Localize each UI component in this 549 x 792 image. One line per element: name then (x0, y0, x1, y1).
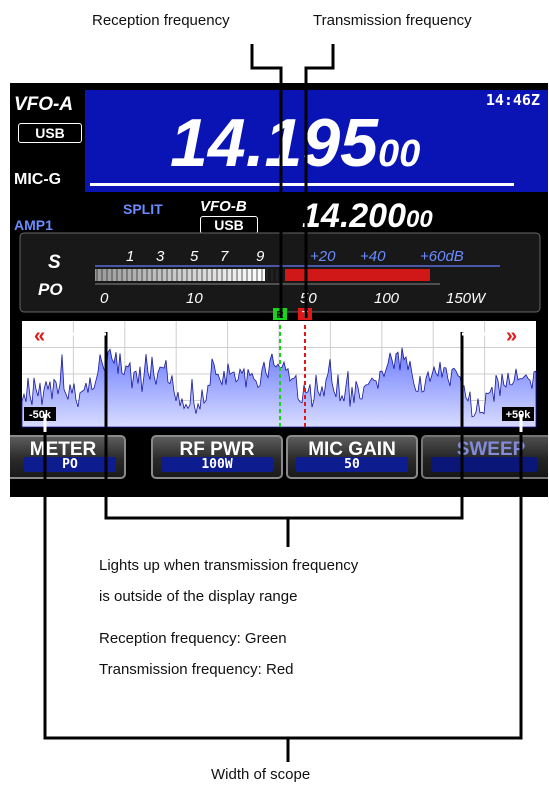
s-tick-label: +40 (360, 248, 386, 265)
right-span-label: +50k (506, 409, 532, 421)
softkey-mic-gain-value: 50 (296, 457, 408, 472)
s-tick-label: 9 (256, 248, 265, 265)
callout-lights-line1: Lights up when transmission frequency (99, 557, 359, 574)
softkey-rf-power[interactable]: RF PWR 100W (151, 435, 283, 479)
callout-scope-width: Width of scope (211, 766, 311, 783)
s-tick-label: +60dB (420, 248, 464, 265)
po-tick-label: 50 (300, 290, 317, 307)
softkey-sweep[interactable]: SWEEP (421, 435, 548, 479)
softkey-meter-value: PO (24, 457, 116, 472)
rx-marker: R (276, 310, 284, 321)
po-tick-label: 10 (186, 290, 203, 307)
po-label: PO (38, 280, 63, 299)
s-meter-overrange (285, 269, 430, 281)
s-meter-bar (95, 269, 265, 281)
softkey-meter[interactable]: METER PO (10, 435, 126, 479)
callout-reception-frequency: Reception frequency (92, 12, 230, 29)
s-tick-label: +20 (310, 248, 336, 265)
left-span-label: -50k (29, 409, 52, 421)
callout-transmission-frequency: Transmission frequency (313, 12, 472, 29)
callout-rx-color: Reception frequency: Green (99, 630, 287, 647)
tx-marker: T (302, 310, 308, 321)
s-tick-label: 7 (220, 248, 229, 265)
s-tick-label: 1 (126, 248, 134, 265)
callout-lights-line2: is outside of the display range (99, 588, 298, 605)
softkey-rf-power-value: 100W (161, 457, 273, 472)
po-tick-label: 100 (374, 290, 400, 307)
softkey-mic-gain[interactable]: MIC GAIN 50 (286, 435, 418, 479)
po-tick-label: 0 (100, 290, 109, 307)
left-out-of-range-arrow: « (34, 325, 45, 347)
right-out-of-range-arrow: » (506, 325, 517, 347)
po-tick-label: 150W (446, 290, 487, 307)
s-label: S (48, 252, 61, 273)
s-tick-label: 5 (190, 248, 199, 265)
softkey-sweep-value (431, 457, 537, 472)
callout-tx-color: Transmission frequency: Red (99, 661, 294, 678)
s-tick-label: 3 (156, 248, 165, 265)
radio-display: 14:46Z VFO-A USB MIC-G 14.19500 SPLIT VF… (10, 83, 548, 497)
